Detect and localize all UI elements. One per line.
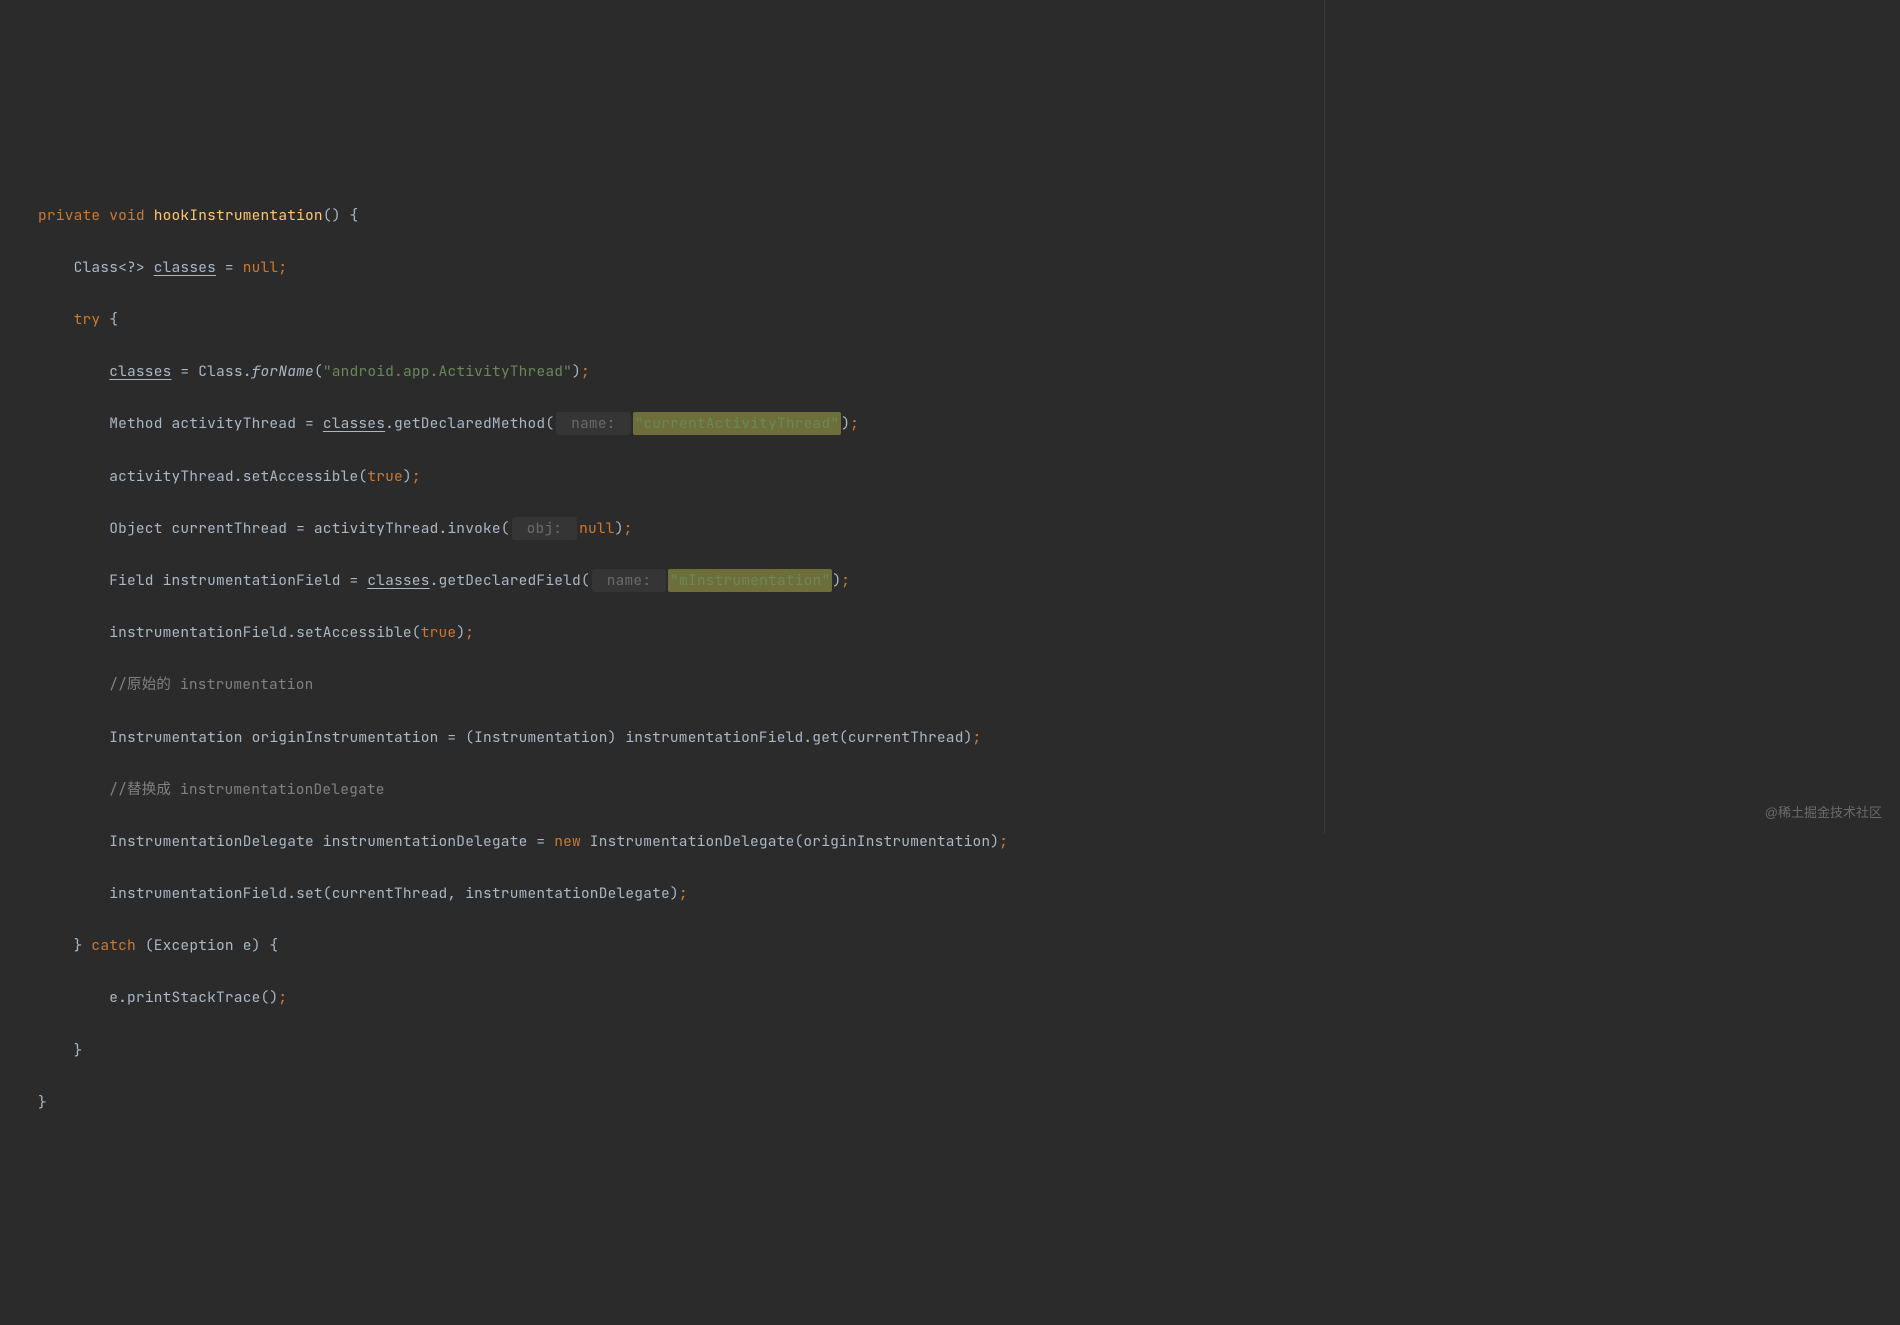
keyword-try: try — [74, 310, 101, 329]
variable: classes — [323, 414, 385, 433]
text: instrumentationField.set(currentThread, … — [109, 884, 679, 903]
string-highlighted: "mInstrumentation" — [668, 569, 832, 592]
comment: //替换成 instrumentationDelegate — [109, 780, 385, 799]
semicolon: ; — [412, 467, 421, 486]
code-line: Class<?> classes = null; — [38, 255, 1900, 281]
variable: classes — [367, 571, 429, 590]
semicolon: ; — [581, 362, 590, 381]
code-line: Field instrumentationField = classes.get… — [38, 568, 1900, 594]
code-line: Method activityThread = classes.getDecla… — [38, 411, 1900, 437]
semicolon: ; — [999, 832, 1008, 851]
keyword-true: true — [421, 623, 457, 642]
keyword-private: private — [38, 206, 100, 225]
brace: } — [38, 1093, 47, 1112]
code-line: } — [38, 1038, 1900, 1064]
paren: ) — [841, 414, 850, 433]
paren: ) — [572, 362, 581, 381]
semicolon: ; — [850, 414, 859, 433]
code-line: InstrumentationDelegate instrumentationD… — [38, 829, 1900, 855]
punct: () { — [323, 206, 359, 225]
code-line: //原始的 instrumentation — [38, 672, 1900, 698]
code-line: Object currentThread = activityThread.in… — [38, 516, 1900, 542]
keyword-null: null — [579, 519, 615, 538]
comment: //原始的 instrumentation — [109, 675, 313, 694]
code-line: instrumentationField.setAccessible(true)… — [38, 620, 1900, 646]
text: activityThread.setAccessible( — [109, 467, 367, 486]
param-hint: name: — [556, 412, 630, 435]
code-line: activityThread.setAccessible(true); — [38, 464, 1900, 490]
code-line: } — [38, 1090, 1900, 1116]
semicolon: ; — [973, 728, 982, 747]
variable: classes — [109, 362, 171, 381]
string-highlighted: "currentActivityThread" — [633, 412, 842, 435]
method-call: .getDeclaredMethod( — [385, 414, 554, 433]
param-hint: obj: — [512, 517, 577, 540]
paren: ( — [314, 362, 323, 381]
brace: { — [100, 310, 118, 329]
code-editor[interactable]: private void hookInstrumentation() { Cla… — [0, 177, 1900, 1142]
keyword-catch: catch — [91, 936, 136, 955]
text: Method activityThread = — [109, 414, 323, 433]
semicolon: ; — [624, 519, 633, 538]
paren: ) — [456, 623, 465, 642]
semicolon: ; — [278, 988, 287, 1007]
semicolon: ; — [679, 884, 688, 903]
text: InstrumentationDelegate instrumentationD… — [109, 832, 554, 851]
static-method: forName — [252, 362, 314, 381]
method-call: .getDeclaredField( — [430, 571, 590, 590]
text: Object currentThread = activityThread.in… — [109, 519, 510, 538]
watermark: @稀土掘金技术社区 — [1765, 801, 1882, 824]
text: Field instrumentationField = — [109, 571, 367, 590]
text: (Exception e) { — [136, 936, 278, 955]
right-margin-ruler — [1324, 0, 1325, 834]
semicolon: ; — [278, 258, 287, 277]
code-line: Instrumentation originInstrumentation = … — [38, 725, 1900, 751]
keyword-null: null — [243, 258, 279, 277]
keyword-true: true — [367, 467, 403, 486]
code-line: e.printStackTrace(); — [38, 985, 1900, 1011]
code-line: try { — [38, 307, 1900, 333]
keyword-void: void — [109, 206, 145, 225]
code-line: } catch (Exception e) { — [38, 933, 1900, 959]
semicolon: ; — [465, 623, 474, 642]
method-name: hookInstrumentation — [154, 206, 323, 225]
string-literal: "android.app.ActivityThread" — [323, 362, 572, 381]
text: = Class. — [172, 362, 252, 381]
text: InstrumentationDelegate(originInstrument… — [581, 832, 999, 851]
brace: } — [74, 936, 92, 955]
paren: ) — [615, 519, 624, 538]
variable: classes — [154, 258, 216, 277]
text: Instrumentation originInstrumentation = … — [109, 728, 972, 747]
type: Class<?> — [74, 258, 154, 277]
keyword-new: new — [554, 832, 581, 851]
semicolon: ; — [841, 571, 850, 590]
paren: ) — [832, 571, 841, 590]
code-line: //替换成 instrumentationDelegate — [38, 777, 1900, 803]
param-hint: name: — [592, 569, 666, 592]
code-line: instrumentationField.set(currentThread, … — [38, 881, 1900, 907]
brace: } — [74, 1041, 83, 1060]
code-line: classes = Class.forName("android.app.Act… — [38, 359, 1900, 385]
assign: = — [216, 258, 243, 277]
text: e.printStackTrace() — [109, 988, 278, 1007]
paren: ) — [403, 467, 412, 486]
code-line: private void hookInstrumentation() { — [38, 203, 1900, 229]
text: instrumentationField.setAccessible( — [109, 623, 421, 642]
